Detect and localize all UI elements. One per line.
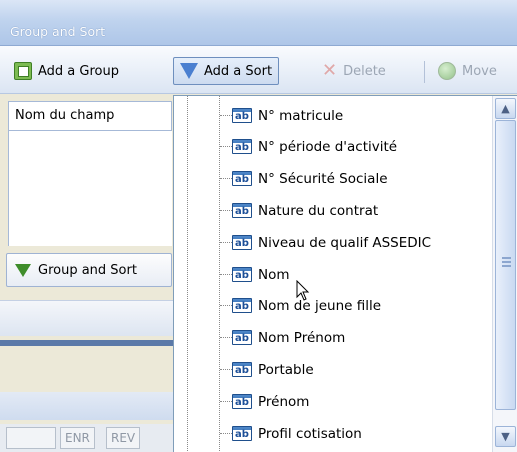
move-label: Move <box>462 63 497 79</box>
text-field-icon: ab <box>232 235 252 250</box>
field-item-label: N° matricule <box>258 107 344 124</box>
field-item[interactable]: ab Niveau de qualif ASSEDIC <box>220 227 490 258</box>
field-name-header: Nom du champ <box>8 101 172 131</box>
field-item-label: Profil cotisation <box>258 425 362 442</box>
group-add-icon <box>14 62 32 80</box>
window-title: Group and Sort <box>10 24 106 39</box>
text-field-icon: ab <box>232 394 252 409</box>
move-button[interactable]: Move <box>432 57 503 85</box>
add-sort-button[interactable]: Add a Sort <box>173 57 280 85</box>
text-field-icon: ab <box>232 139 252 154</box>
funnel-icon <box>15 263 31 277</box>
group-sort-list <box>8 131 172 246</box>
text-field-icon: ab <box>232 330 252 345</box>
text-field-icon: ab <box>232 267 252 282</box>
field-item-label: Portable <box>258 361 314 378</box>
tree-connector <box>187 96 188 452</box>
enr-indicator: ENR <box>60 427 95 449</box>
vertical-scrollbar[interactable]: ▲ ▼ <box>492 96 517 452</box>
text-field-icon: ab <box>232 203 252 218</box>
panel-divider <box>0 340 174 346</box>
field-name-header-label: Nom du champ <box>15 108 115 123</box>
scroll-thumb[interactable] <box>495 120 516 410</box>
grip-icon <box>502 257 511 267</box>
delete-button[interactable]: ✕ Delete <box>316 57 392 85</box>
field-item[interactable]: ab N° période d'activité <box>220 131 490 162</box>
group-and-sort-label: Group and Sort <box>38 262 137 278</box>
sort-add-icon <box>180 62 198 80</box>
title-bar: Group and Sort <box>0 0 517 46</box>
field-item[interactable]: ab N° Sécurité Sociale <box>220 163 490 194</box>
field-item[interactable]: ab Nature du contrat <box>220 195 490 226</box>
toolbar-separator <box>424 61 425 83</box>
status-strip: ENR REV <box>0 424 174 452</box>
group-and-sort-button[interactable]: Group and Sort <box>6 253 172 287</box>
field-item-label: N° période d'activité <box>258 138 398 155</box>
field-item-label: Nom <box>258 266 290 283</box>
text-field-icon: ab <box>232 426 252 441</box>
add-group-button[interactable]: Add a Group <box>8 57 125 85</box>
panel-band-lower <box>0 392 174 420</box>
status-field <box>6 427 56 449</box>
field-item-label: Nature du contrat <box>258 202 379 219</box>
field-item[interactable]: ab Nom de jeune fille <box>220 290 490 321</box>
field-item-label: Prénom <box>258 393 310 410</box>
field-item-label: Nom Prénom <box>258 329 346 346</box>
add-group-label: Add a Group <box>38 63 119 79</box>
field-item[interactable]: ab N° matricule <box>220 100 490 131</box>
field-item[interactable]: ab Prénom <box>220 386 490 417</box>
panel-band <box>0 300 174 336</box>
mouse-cursor-icon <box>296 280 310 301</box>
field-dropdown-list[interactable]: ab N° matricule ab N° période d'activité… <box>173 95 517 452</box>
field-item[interactable]: ab Nom Prénom <box>220 322 490 353</box>
field-item[interactable]: ab Profil cotisation <box>220 418 490 449</box>
text-field-icon: ab <box>232 298 252 313</box>
field-item[interactable]: ab Nom <box>220 259 490 290</box>
move-icon <box>438 62 456 80</box>
rev-indicator: REV <box>106 427 141 449</box>
field-item-label: Nom de jeune fille <box>258 297 382 314</box>
delete-label: Delete <box>343 63 386 79</box>
field-item-label: N° Sécurité Sociale <box>258 170 388 187</box>
toolbar: Add a Group Add a Sort ✕ Delete Move <box>0 46 517 94</box>
field-item[interactable]: ab Portable <box>220 354 490 385</box>
text-field-icon: ab <box>232 171 252 186</box>
scroll-down-button[interactable]: ▼ <box>495 426 516 447</box>
add-sort-label: Add a Sort <box>204 63 273 79</box>
field-item-label: Niveau de qualif ASSEDIC <box>258 234 432 251</box>
scroll-up-button[interactable]: ▲ <box>495 98 516 119</box>
text-field-icon: ab <box>232 362 252 377</box>
delete-x-icon: ✕ <box>322 60 338 81</box>
text-field-icon: ab <box>232 108 252 123</box>
